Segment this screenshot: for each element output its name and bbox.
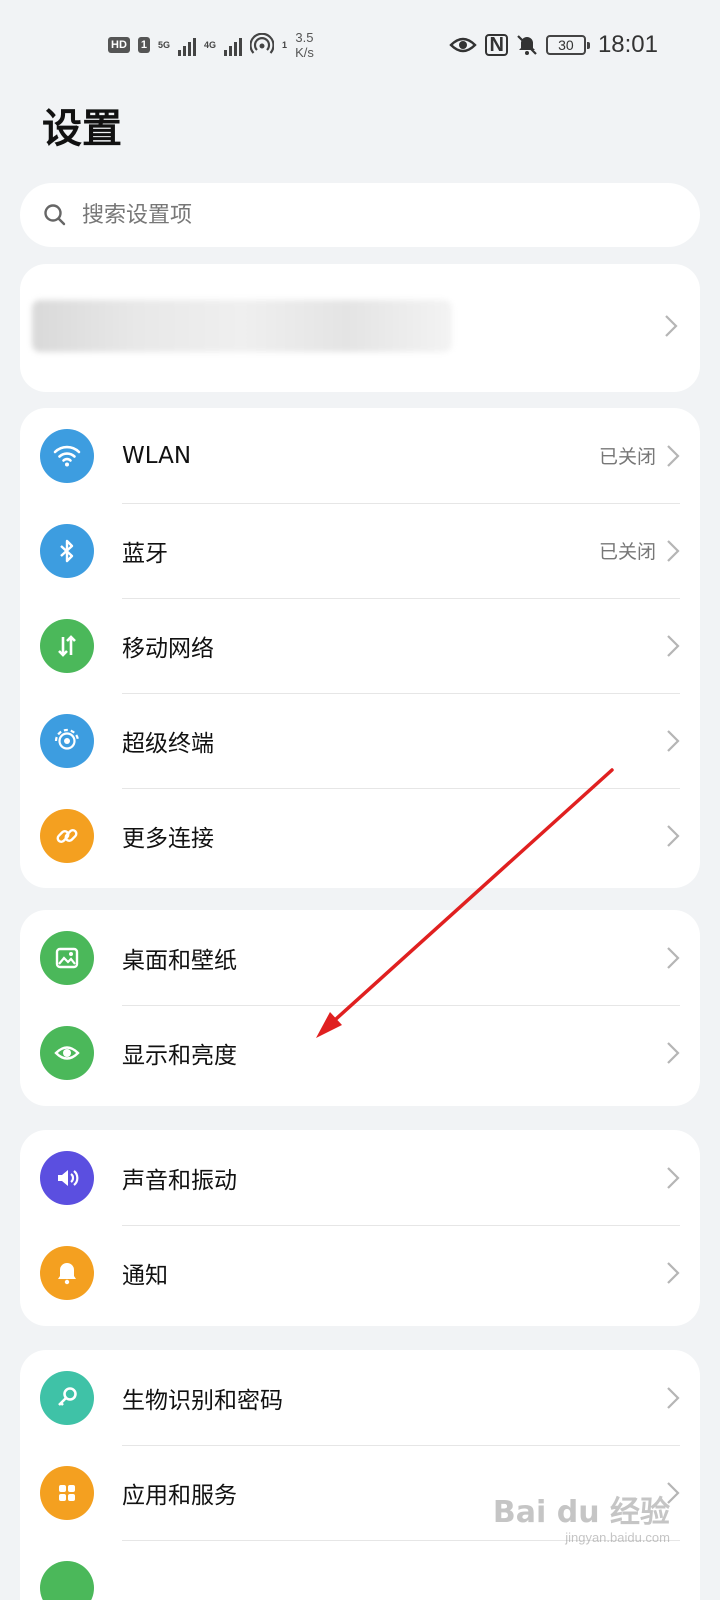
chevron-right-icon [667,946,680,969]
network-speed-unit: K/s [295,45,314,60]
chevron-right-icon [667,444,680,467]
account-card[interactable] [20,264,700,392]
settings-item-label: 桌面和壁纸 [122,947,237,974]
net-4g-label: 4G [204,39,217,50]
settings-item-more-connections[interactable]: 更多连接 [20,788,700,883]
settings-item-label: 移动网络 [122,635,214,662]
settings-item-partial[interactable] [20,1540,700,1600]
settings-item-label: WLAN [122,442,192,469]
settings-group-security: 生物识别和密码 应用和服务 [20,1350,700,1600]
status-bar-left: HD 1 5G 4G 1 3.5 K/s [108,30,314,60]
settings-item-super-device[interactable]: 超级终端 [20,693,700,788]
signal-5g-icon [178,34,197,56]
settings-item-display-brightness[interactable]: 显示和亮度 [20,1005,700,1100]
bluetooth-icon [40,523,94,578]
chevron-right-icon [667,729,680,752]
status-bar-right: N 30 18:01 [449,31,658,59]
chevron-right-icon [667,1261,680,1284]
hd-badge: HD [108,37,130,53]
settings-item-sound-vibration[interactable]: 声音和振动 [20,1130,700,1225]
chevron-right-icon [667,634,680,657]
settings-item-mobile-network[interactable]: 移动网络 [20,598,700,693]
wallpaper-icon [40,930,94,985]
settings-item-label: 显示和亮度 [122,1042,237,1069]
eye-icon [40,1025,94,1080]
search-icon [44,204,66,226]
apps-icon [40,1465,94,1520]
super-device-icon [40,713,94,768]
settings-group-sound: 声音和振动 通知 [20,1130,700,1326]
watermark-sub: jingyan.baidu.com [565,1530,670,1545]
nfc-icon: N [485,34,508,56]
watermark: Bai du 经验 jingyan.baidu.com [492,1495,670,1546]
search-input[interactable] [82,202,642,228]
clock: 18:01 [597,31,658,58]
bell-muted-icon [517,35,537,55]
settings-item-label: 超级终端 [122,730,214,757]
hotspot-icon [250,33,275,54]
settings-item-label: 生物识别和密码 [122,1387,283,1414]
partial-green-icon [40,1560,94,1600]
chevron-right-icon [667,824,680,847]
watermark-main: Bai du 经验 [492,1495,670,1530]
settings-item-wlan[interactable]: WLAN 已关闭 [20,408,700,503]
chevron-right-icon [667,1166,680,1189]
account-info-blurred [32,300,452,352]
signal-4g-icon [224,34,243,56]
mobile-data-icon [40,618,94,673]
chevron-right-icon [667,1041,680,1064]
settings-item-home-wallpaper[interactable]: 桌面和壁纸 [20,910,700,1005]
settings-item-value: 已关闭 [598,446,656,468]
sim-badge: 1 [137,37,151,53]
eye-comfort-icon [449,37,478,53]
key-icon [40,1370,94,1425]
network-speed: 3.5 K/s [295,30,314,60]
net-5g-label: 5G [158,39,171,50]
settings-item-label: 通知 [122,1262,168,1289]
settings-item-label: 声音和振动 [122,1167,237,1194]
battery-icon: 30 [545,35,590,55]
hotspot-count: 1 [282,39,288,50]
network-speed-value: 3.5 [295,30,314,45]
status-bar: HD 1 5G 4G 1 3.5 K/s N 30 18:01 [0,0,720,90]
search-bar[interactable] [20,183,700,247]
settings-item-value: 已关闭 [598,541,656,563]
settings-item-label: 蓝牙 [122,540,168,567]
chevron-right-icon [665,315,678,337]
page-title: 设置 [42,106,122,152]
link-icon [40,808,94,863]
settings-group-display: 桌面和壁纸 显示和亮度 [20,910,700,1106]
settings-item-bluetooth[interactable]: 蓝牙 已关闭 [20,503,700,598]
chevron-right-icon [667,1386,680,1409]
volume-icon [40,1150,94,1205]
settings-item-biometrics-password[interactable]: 生物识别和密码 [20,1350,700,1445]
chevron-right-icon [667,539,680,562]
settings-item-notifications[interactable]: 通知 [20,1225,700,1320]
wifi-icon [40,428,94,483]
settings-group-connectivity: WLAN 已关闭 蓝牙 已关闭 移动网络 超级终端 更多连接 [20,408,700,888]
bell-icon [40,1245,94,1300]
settings-item-label: 更多连接 [122,825,214,852]
